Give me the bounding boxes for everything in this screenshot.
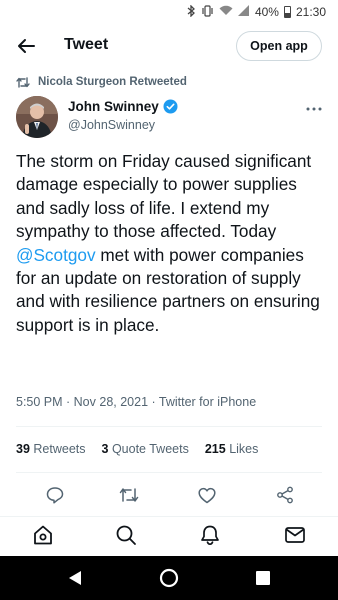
quote-tweets-stat[interactable]: 3 Quote Tweets — [102, 442, 189, 456]
tweet-text: The storm on Friday caused significant d… — [16, 150, 326, 337]
verified-badge-icon — [163, 99, 178, 114]
share-icon — [277, 486, 293, 504]
retweet-button[interactable] — [118, 484, 140, 506]
retweets-stat[interactable]: 39 Retweets — [16, 442, 86, 456]
home-icon — [34, 525, 52, 545]
more-options-button[interactable] — [306, 98, 322, 114]
battery-percent: 40% — [254, 5, 279, 19]
like-icon — [198, 487, 216, 503]
vibrate-icon — [201, 4, 214, 20]
arrow-left-icon — [18, 39, 35, 53]
tweet-text-part-1: The storm on Friday caused significant d… — [16, 151, 312, 242]
reply-button[interactable] — [44, 484, 66, 506]
system-home-button[interactable] — [158, 567, 180, 589]
reply-icon — [46, 487, 64, 504]
retweet-icon — [119, 488, 139, 502]
battery-icon — [283, 6, 291, 18]
likes-count: 215 — [204, 442, 226, 456]
retweet-icon — [16, 76, 30, 88]
retweet-context[interactable]: Nicola Sturgeon Retweeted — [16, 76, 187, 88]
system-recents-button[interactable] — [252, 567, 274, 589]
status-bar: 40% 21:30 — [0, 0, 338, 24]
top-app-bar: Tweet Open app — [0, 28, 338, 64]
nav-home[interactable] — [29, 521, 57, 549]
wifi-icon — [219, 5, 233, 19]
circle-home-icon — [159, 568, 179, 588]
system-back-button[interactable] — [64, 567, 86, 589]
share-button[interactable] — [274, 484, 296, 506]
bottom-navigation — [0, 516, 338, 552]
bluetooth-icon — [187, 3, 196, 20]
notifications-icon — [201, 525, 219, 546]
divider — [16, 426, 322, 427]
square-recents-icon — [256, 571, 270, 585]
nav-messages[interactable] — [281, 521, 309, 549]
retweets-label: Retweets — [33, 442, 86, 456]
retweets-count: 39 — [16, 442, 30, 456]
back-button[interactable] — [12, 32, 40, 60]
author-handle[interactable]: @JohnSwinney — [68, 118, 155, 132]
mention-link[interactable]: @Scotgov — [16, 245, 96, 265]
more-icon — [306, 107, 322, 111]
clock: 21:30 — [295, 5, 326, 19]
tweet-author: John Swinney @JohnSwinney — [16, 96, 322, 140]
nav-notifications[interactable] — [196, 521, 224, 549]
nav-search[interactable] — [112, 521, 140, 549]
author-name[interactable]: John Swinney — [68, 99, 159, 114]
like-button[interactable] — [196, 484, 218, 506]
page-title: Tweet — [64, 36, 109, 53]
tweet-stats: 39 Retweets 3 Quote Tweets 215 Likes — [16, 442, 258, 456]
messages-icon — [285, 527, 305, 543]
quote-tweets-label: Quote Tweets — [111, 442, 189, 456]
open-app-button[interactable]: Open app — [236, 31, 322, 61]
tweet-timestamp[interactable]: 5:50 PM · Nov 28, 2021 · Twitter for iPh… — [16, 395, 256, 409]
likes-stat[interactable]: 215 Likes — [205, 442, 259, 456]
system-navigation-bar — [0, 556, 338, 600]
avatar[interactable] — [16, 96, 58, 138]
likes-label: Likes — [229, 442, 259, 456]
divider — [16, 472, 322, 473]
quote-tweets-count: 3 — [101, 442, 109, 456]
triangle-back-icon — [69, 571, 81, 585]
retweet-label: Nicola Sturgeon Retweeted — [38, 76, 187, 88]
search-icon — [116, 525, 136, 545]
tweet-actions — [0, 484, 338, 506]
signal-icon — [237, 5, 250, 19]
